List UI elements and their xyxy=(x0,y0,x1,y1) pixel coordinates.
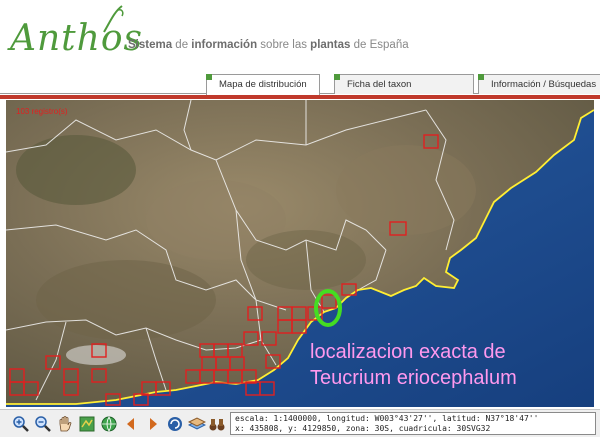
terrain-patch xyxy=(36,260,216,340)
distribution-map[interactable]: 103 registro(s) localizacion exacta de T… xyxy=(6,100,594,407)
site-tagline: Sistema de información sobre las plantas… xyxy=(128,39,409,51)
utm-readout: x: 435808, y: 4129850, zona: 30S, cuadri… xyxy=(235,424,491,433)
layers-icon[interactable] xyxy=(188,415,206,433)
refresh-icon[interactable] xyxy=(166,415,184,433)
binoculars-icon[interactable] xyxy=(208,415,226,433)
map-canvas[interactable]: 103 registro(s) localizacion exacta de T… xyxy=(6,100,594,407)
forward-arrow-icon[interactable] xyxy=(144,415,162,433)
pan-hand-icon[interactable] xyxy=(56,415,74,433)
logo-swash-icon xyxy=(103,5,124,33)
scale-lonlat-readout: escala: 1:1400000, longitud: W003°43'27'… xyxy=(235,414,539,423)
app-header: Anthos Sistema de información sobre las … xyxy=(0,0,600,72)
terrain-patch xyxy=(246,230,366,290)
zoom-in-icon[interactable] xyxy=(12,415,30,433)
header-divider xyxy=(0,95,600,99)
tab-bar: Mapa de distribución Ficha del taxon Inf… xyxy=(0,72,600,95)
tab-corner-marker xyxy=(478,74,484,80)
coordinates-readout: escala: 1:1400000, longitud: W003°43'27'… xyxy=(230,412,596,435)
tab-corner-marker xyxy=(334,74,340,80)
record-count-label: 103 registro(s) xyxy=(16,107,68,116)
zoom-out-icon[interactable] xyxy=(34,415,52,433)
globe-icon[interactable] xyxy=(100,415,118,433)
tab-informacion-busquedas[interactable]: Información / Búsquedas xyxy=(478,74,600,94)
tab-corner-marker xyxy=(206,74,212,80)
tab-mapa-distribucion[interactable]: Mapa de distribución xyxy=(206,74,320,95)
snow-patch xyxy=(66,345,126,365)
annotation-line-2: Teucrium eriocephalum xyxy=(310,367,517,389)
tab-ficha-taxon[interactable]: Ficha del taxon xyxy=(334,74,474,94)
back-arrow-icon[interactable] xyxy=(122,415,140,433)
terrain-patch xyxy=(16,135,136,205)
map-layer-icon[interactable] xyxy=(78,415,96,433)
annotation-line-1: localizacion exacta de xyxy=(310,341,506,363)
